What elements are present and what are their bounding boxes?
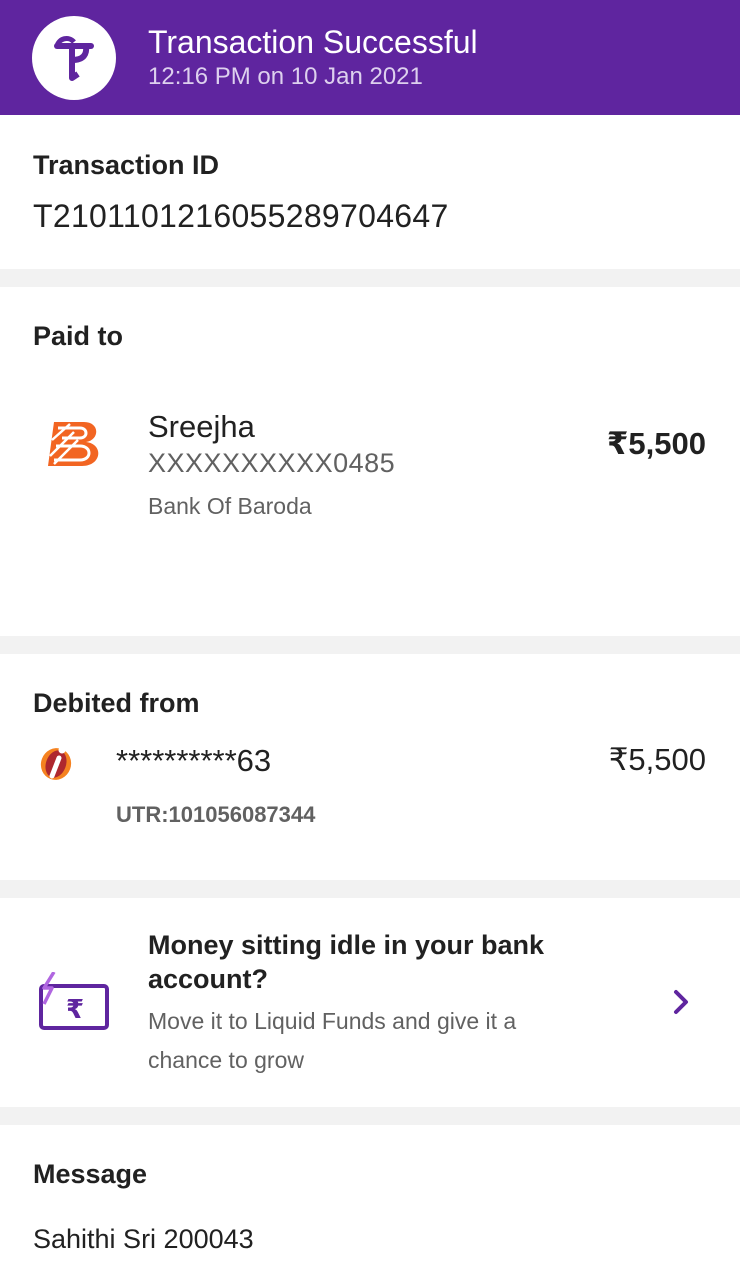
transaction-id-label: Transaction ID <box>33 150 220 180</box>
promo-title: Money sitting idle in your bank account? <box>148 930 545 994</box>
utr-number: UTR:101056087344 <box>116 802 316 827</box>
section-divider <box>0 1107 740 1125</box>
promo-description: Move it to Liquid Funds and give it a ch… <box>148 1008 517 1073</box>
transaction-id-card <box>0 115 740 269</box>
phonepe-logo-icon <box>32 16 116 100</box>
paid-to-label: Paid to <box>33 321 124 351</box>
transaction-id-value: T2101101216055289704647 <box>33 198 449 234</box>
icici-bank-logo-icon <box>38 740 76 782</box>
debit-account-number: **********63 <box>116 743 272 778</box>
debited-amount: ₹5,500 <box>608 742 706 777</box>
paid-amount: ₹5,500 <box>606 426 706 461</box>
payee-name: Sreejha <box>148 409 255 444</box>
section-divider <box>0 636 740 654</box>
status-title: Transaction Successful <box>148 24 478 60</box>
section-divider <box>0 880 740 898</box>
message-text: Sahithi Sri 200043 <box>33 1224 254 1254</box>
chevron-right-icon[interactable] <box>668 986 696 1018</box>
section-divider <box>0 269 740 287</box>
payee-account-number: XXXXXXXXXX0485 <box>148 448 396 478</box>
payee-bank-name: Bank Of Baroda <box>148 493 312 519</box>
transaction-status-header: Transaction Successful 12:16 PM on 10 Ja… <box>0 0 740 115</box>
bank-of-baroda-logo-icon <box>44 418 104 470</box>
message-label: Message <box>33 1159 148 1189</box>
debited-from-label: Debited from <box>33 688 200 718</box>
status-timestamp: 12:16 PM on 10 Jan 2021 <box>148 63 423 90</box>
rupee-wallet-icon: ₹ <box>38 971 110 1032</box>
svg-text:₹: ₹ <box>66 995 84 1025</box>
